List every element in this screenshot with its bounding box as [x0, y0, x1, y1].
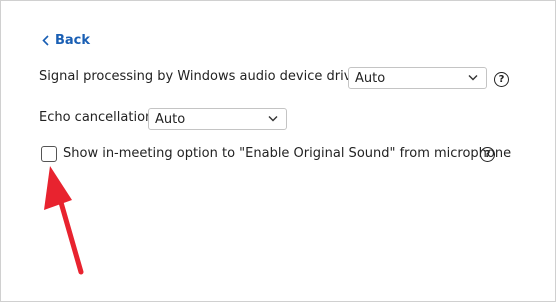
echo-cancellation-value: Auto: [155, 111, 186, 127]
echo-cancellation-label: Echo cancellation: [39, 110, 154, 125]
original-sound-label: Show in-meeting option to "Enable Origin…: [63, 146, 512, 161]
signal-processing-value: Auto: [355, 70, 386, 86]
chevron-down-icon: [268, 116, 278, 122]
signal-processing-select[interactable]: Auto: [348, 67, 487, 89]
chevron-left-icon: [42, 34, 49, 46]
back-button[interactable]: Back: [42, 30, 90, 50]
original-sound-checkbox[interactable]: [41, 146, 57, 162]
chevron-down-icon: [468, 75, 478, 81]
signal-processing-label: Signal processing by Windows audio devic…: [39, 69, 372, 84]
back-label: Back: [55, 32, 91, 48]
settings-panel: Back Signal processing by Windows audio …: [0, 0, 556, 302]
original-sound-help-icon[interactable]: ?: [480, 147, 495, 162]
signal-processing-help-icon[interactable]: ?: [494, 72, 509, 87]
echo-cancellation-select[interactable]: Auto: [148, 108, 287, 130]
